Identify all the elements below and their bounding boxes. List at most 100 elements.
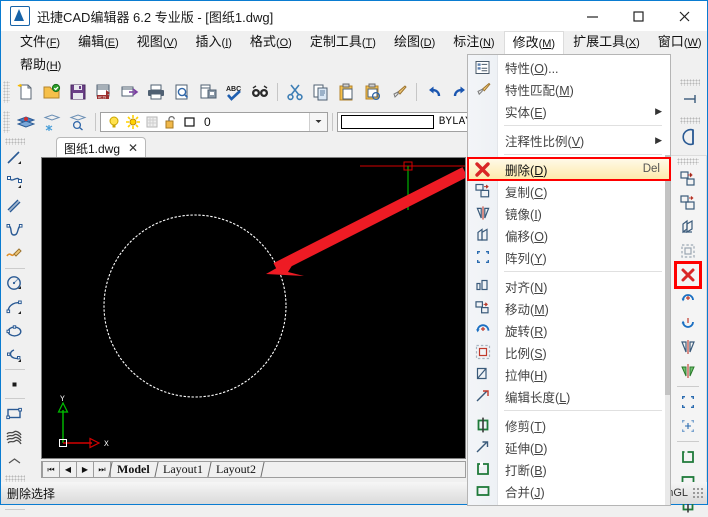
menu-format[interactable]: 格式(O) [241,31,301,54]
erase-icon[interactable] [674,261,702,289]
menu-help[interactable]: 帮助(H) [11,54,70,77]
menu-item-properties[interactable]: 特性(O)... [468,56,670,78]
menu-item-trim[interactable]: 修剪(T) [468,414,670,436]
menu-view[interactable]: 视图(V) [128,31,187,54]
document-tab[interactable]: 图纸1.dwg ✕ [56,137,147,158]
freeze-viewport-icon[interactable] [142,113,161,131]
elliptical-arc-icon[interactable] [3,343,27,367]
half-circle-icon[interactable] [678,125,702,149]
rotate-icon[interactable] [676,287,700,311]
layer-combo[interactable]: 0 [100,111,328,132]
menu-item-break[interactable]: 打断(B) [468,458,670,480]
save-acis-icon[interactable]: ACIS [92,80,116,104]
rectangle-icon[interactable] [3,401,27,425]
array-rect-icon[interactable] [676,390,700,414]
sketch-icon[interactable] [3,242,27,266]
polyline-icon[interactable] [3,170,27,194]
toolbar-grip[interactable] [677,158,699,165]
menu-draw[interactable]: 绘图(D) [385,31,444,54]
collapse-icon[interactable] [3,449,27,473]
menu-item-mirror[interactable]: 镜像(I) [468,202,670,224]
export-icon[interactable] [118,80,142,104]
layout-prev-button[interactable]: ◀ [59,461,77,478]
paste-icon[interactable] [335,80,359,104]
array-polar-icon[interactable] [676,414,700,438]
menu-item-align[interactable]: 对齐(N) [468,275,670,297]
revision-cloud-icon[interactable] [3,425,27,449]
ellipse-icon[interactable] [3,319,27,343]
circle-icon[interactable] [3,271,27,295]
move-copy-icon[interactable] [676,167,700,191]
chevron-down-icon[interactable] [309,112,327,131]
spell-check-icon[interactable]: ABC [222,80,246,104]
menu-modify[interactable]: 修改(M) [503,30,565,55]
layer-manager-icon[interactable] [14,110,38,134]
mirror-icon[interactable] [676,335,700,359]
toolbar-grip[interactable] [680,117,700,124]
rotate-3d-icon[interactable] [676,311,700,335]
menu-item-move[interactable]: 移动(M) [468,297,670,319]
spline-icon[interactable] [3,218,27,242]
menu-file[interactable]: 文件(F) [11,31,69,54]
open-file-icon[interactable] [40,80,64,104]
layer-freeze-icon[interactable] [40,110,64,134]
menu-item-stretch[interactable]: 拉伸(H) [468,363,670,385]
menu-express-tools[interactable]: 扩展工具(X) [564,31,649,54]
new-file-icon[interactable] [14,80,38,104]
menu-item-rotate[interactable]: 旋转(R) [468,319,670,341]
lightbulb-icon[interactable] [104,113,123,131]
menu-scrollbar-thumb[interactable] [665,155,670,395]
layout-tab-layout1[interactable]: Layout1 [155,462,210,477]
copy-object-icon[interactable] [676,191,700,215]
toolbar-grip[interactable] [3,81,10,103]
toolbar-grip[interactable] [680,79,700,86]
menu-edit[interactable]: 编辑(E) [69,31,128,54]
drawing-canvas[interactable]: Y X [41,157,466,459]
plot-icon[interactable] [196,80,220,104]
unlock-icon[interactable] [161,113,180,131]
minimize-button[interactable] [569,1,615,31]
close-icon[interactable]: ✕ [128,141,138,155]
menu-item-join[interactable]: 合并(J) [468,480,670,502]
menu-item-scale[interactable]: 比例(S) [468,341,670,363]
cut-icon[interactable] [283,80,307,104]
break-at-point-icon[interactable] [676,445,700,469]
menu-item-copy[interactable]: 复制(C) [468,180,670,202]
close-button[interactable] [661,1,707,31]
maximize-button[interactable] [615,1,661,31]
menu-insert[interactable]: 插入(I) [187,31,241,54]
toolbar-grip[interactable] [3,110,10,133]
menu-item-array[interactable]: 阵列(Y) [468,246,670,268]
menu-item-entity[interactable]: 实体(E) ▶ [468,100,670,122]
menu-scrollbar[interactable] [665,155,670,505]
layout-tab-model[interactable]: Model [109,462,157,477]
layout-next-button[interactable]: ▶ [76,461,94,478]
menu-item-erase[interactable]: 删除(D) Del [467,157,671,181]
offset-icon[interactable] [676,215,700,239]
menu-custom-tools[interactable]: 定制工具(T) [301,31,385,54]
menu-item-annotative-scale[interactable]: 注释性比例(V) ▶ [468,129,670,151]
menu-window[interactable]: 窗口(W) [649,31,708,54]
arc-icon[interactable] [3,295,27,319]
extend-line-icon[interactable] [678,87,702,111]
double-line-icon[interactable] [3,194,27,218]
paste-special-icon[interactable] [361,80,385,104]
line-icon[interactable] [3,146,27,170]
match-properties-icon[interactable] [387,80,411,104]
find-icon[interactable] [248,80,272,104]
print-preview-icon[interactable] [170,80,194,104]
menu-item-match-properties[interactable]: 特性匹配(M) [468,78,670,100]
save-icon[interactable] [66,80,90,104]
menu-item-offset[interactable]: 偏移(O) [468,224,670,246]
layout-tab-layout2[interactable]: Layout2 [208,462,263,477]
menu-item-lengthen[interactable]: 编辑长度(L) [468,385,670,407]
menu-dimension[interactable]: 标注(N) [444,31,503,54]
scale-sel-icon[interactable] [676,239,700,263]
undo-icon[interactable] [422,80,446,104]
layer-color-icon[interactable] [180,113,199,131]
layout-first-button[interactable]: ⏮ [42,461,60,478]
toolbar-grip[interactable] [4,138,25,145]
layer-state-icon[interactable] [66,110,90,134]
copy-icon[interactable] [309,80,333,104]
toolbar-grip[interactable] [4,475,25,482]
